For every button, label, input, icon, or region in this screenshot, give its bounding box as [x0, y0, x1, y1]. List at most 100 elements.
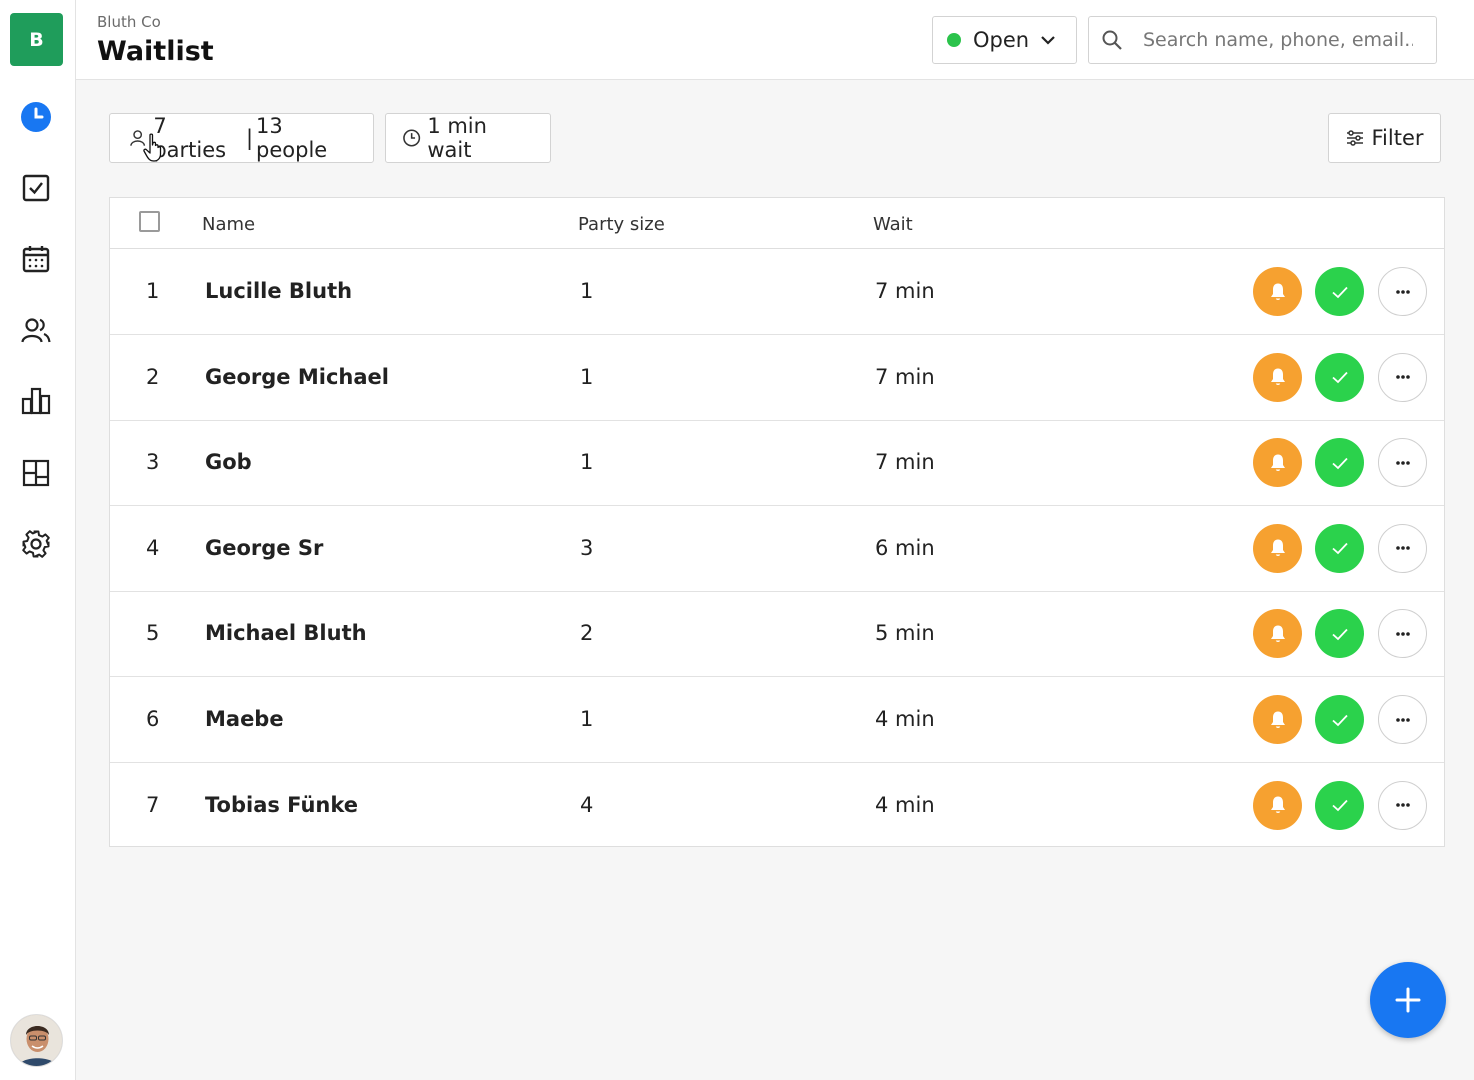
bell-icon — [1270, 625, 1285, 642]
seat-button[interactable] — [1315, 523, 1364, 573]
party-size: 2 — [580, 621, 594, 646]
seat-button[interactable] — [1315, 609, 1364, 659]
table-row[interactable]: 7 Tobias Fünke 4 4 min — [110, 763, 1444, 849]
row-number: 2 — [146, 364, 160, 389]
more-options-button[interactable] — [1378, 609, 1427, 659]
table-row[interactable]: 6 Maebe 1 4 min — [110, 677, 1444, 763]
notify-button[interactable] — [1253, 609, 1302, 659]
table-row[interactable]: 2 George Michael 1 7 min — [110, 335, 1444, 421]
guest-name[interactable]: Michael Bluth — [205, 621, 367, 645]
nav-tasks[interactable] — [18, 170, 54, 206]
table-header: Name Party size Wait — [110, 198, 1444, 249]
seat-button[interactable] — [1315, 352, 1364, 402]
gear-icon — [22, 530, 50, 558]
bell-icon — [1270, 454, 1285, 471]
filter-button[interactable]: Filter — [1328, 113, 1441, 163]
seat-button[interactable] — [1315, 267, 1364, 316]
select-all-checkbox[interactable] — [139, 211, 160, 232]
row-number: 4 — [146, 535, 160, 560]
organization-name: Bluth Co — [97, 13, 161, 31]
bell-icon — [1270, 539, 1285, 557]
guest-name[interactable]: Lucille Bluth — [205, 279, 352, 303]
more-icon — [1395, 632, 1410, 636]
nav-waitlist[interactable] — [18, 99, 54, 135]
guest-name[interactable]: George Michael — [205, 365, 389, 389]
party-size: 1 — [580, 279, 594, 303]
top-header: Bluth Co Waitlist Open — [76, 0, 1474, 80]
table-row[interactable]: 3 Gob 1 7 min — [110, 420, 1444, 507]
seat-button[interactable] — [1315, 780, 1364, 830]
avatar-image — [11, 1015, 62, 1066]
status-dropdown[interactable]: Open — [932, 16, 1077, 64]
check-icon — [1331, 714, 1348, 726]
wait-time: 7 min — [875, 450, 935, 475]
row-number: 3 — [146, 450, 160, 475]
wait-time: 7 min — [875, 364, 935, 389]
parties-summary-button[interactable]: 7 parties | 13 people — [109, 113, 374, 163]
notify-button[interactable] — [1253, 780, 1302, 830]
notify-button[interactable] — [1253, 438, 1302, 488]
sidebar: B — [0, 0, 76, 1080]
column-header-name[interactable]: Name — [202, 214, 255, 235]
more-options-button[interactable] — [1378, 780, 1427, 830]
wait-time: 7 min — [875, 279, 935, 303]
notify-button[interactable] — [1253, 695, 1302, 744]
check-icon — [1331, 628, 1348, 641]
wait-time-summary: 1 min wait — [427, 114, 487, 162]
check-icon — [1331, 371, 1348, 384]
table-row[interactable]: 1 Lucille Bluth 1 7 min — [110, 249, 1444, 335]
seat-button[interactable] — [1315, 695, 1364, 744]
column-header-wait[interactable]: Wait — [873, 214, 913, 235]
check-icon — [1331, 457, 1348, 469]
party-size: 1 — [580, 364, 594, 389]
more-icon — [1395, 717, 1410, 722]
guest-name[interactable]: George Sr — [205, 536, 323, 560]
notify-button[interactable] — [1253, 523, 1302, 573]
table-row[interactable]: 4 George Sr 3 6 min — [110, 506, 1444, 592]
more-options-button[interactable] — [1378, 267, 1427, 316]
notify-button[interactable] — [1253, 267, 1302, 316]
users-icon — [21, 318, 51, 343]
user-avatar[interactable] — [10, 1014, 63, 1067]
nav-reports[interactable] — [18, 383, 54, 419]
bell-icon — [1270, 283, 1285, 300]
wait-summary-button[interactable]: 1 min wait — [385, 113, 551, 163]
nav-settings[interactable] — [18, 526, 54, 562]
more-options-button[interactable] — [1378, 352, 1427, 402]
status-label: Open — [973, 28, 1030, 52]
filter-label: Filter — [1371, 126, 1424, 150]
column-header-party-size[interactable]: Party size — [578, 214, 665, 235]
search-box — [1088, 16, 1437, 64]
seat-button[interactable] — [1315, 438, 1364, 488]
brand-logo[interactable]: B — [10, 13, 63, 66]
clock-outline-icon — [403, 129, 421, 147]
nav-guests[interactable] — [18, 312, 54, 348]
wait-time: 5 min — [875, 621, 935, 646]
nav-floor-plan[interactable] — [18, 455, 54, 491]
bell-icon — [1270, 711, 1285, 728]
party-size: 1 — [580, 450, 594, 475]
more-icon — [1395, 375, 1410, 379]
check-icon — [1331, 799, 1348, 812]
row-number: 1 — [146, 279, 160, 303]
layout-icon — [22, 459, 50, 487]
notify-button[interactable] — [1253, 352, 1302, 402]
more-icon — [1395, 289, 1410, 294]
table-row[interactable]: 5 Michael Bluth 2 5 min — [110, 591, 1444, 678]
nav-calendar[interactable] — [18, 241, 54, 277]
guest-name[interactable]: Gob — [205, 450, 252, 474]
guest-name[interactable]: Tobias Fünke — [205, 793, 358, 817]
chevron-down-icon — [1041, 36, 1055, 45]
clock-icon — [21, 102, 51, 132]
bell-icon — [1270, 368, 1285, 386]
party-size: 1 — [580, 707, 594, 731]
row-number: 6 — [146, 707, 160, 731]
search-input[interactable] — [1143, 29, 1413, 51]
add-party-button[interactable] — [1370, 962, 1446, 1038]
more-options-button[interactable] — [1378, 523, 1427, 573]
bar-chart-icon — [21, 387, 51, 415]
check-icon — [1331, 543, 1348, 555]
more-options-button[interactable] — [1378, 695, 1427, 744]
guest-name[interactable]: Maebe — [205, 707, 284, 731]
more-options-button[interactable] — [1378, 438, 1427, 488]
